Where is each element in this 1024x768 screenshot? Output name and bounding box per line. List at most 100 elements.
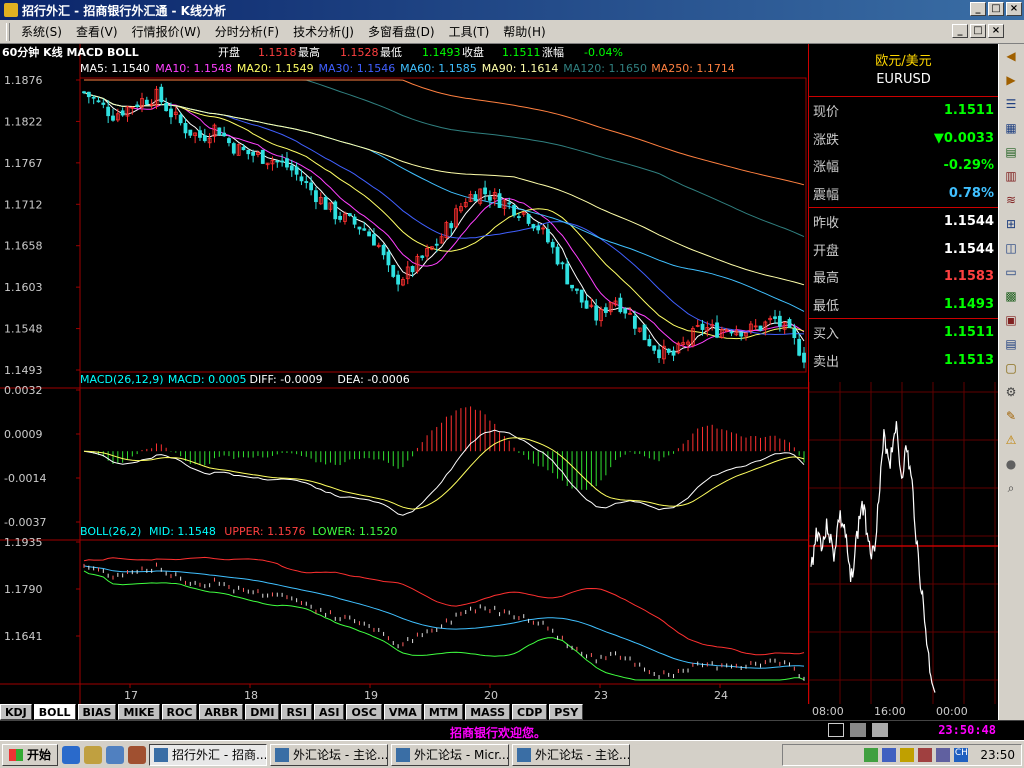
tab-mass[interactable]: MASS bbox=[465, 704, 511, 720]
mdi-restore-button[interactable]: □ bbox=[970, 24, 986, 38]
macd-histogram bbox=[88, 406, 805, 490]
tab-mtm[interactable]: MTM bbox=[423, 704, 464, 720]
input-method-icon[interactable]: CH bbox=[954, 748, 969, 762]
tab-mike[interactable]: MIKE bbox=[118, 704, 160, 720]
candle-icon[interactable]: ⊞ bbox=[1001, 214, 1021, 234]
quote-rows: 现价 1.1511 涨跌 ▼0.0033 涨幅 -0.29% 震幅 0.78% 昨收 1.1544… bbox=[809, 97, 998, 374]
tray-icon-1[interactable] bbox=[864, 748, 879, 762]
arrow-right-icon[interactable]: ▶ bbox=[1001, 70, 1021, 90]
menu-intraday[interactable]: 分时分析(F) bbox=[208, 23, 286, 40]
tiles-icon[interactable]: ▩ bbox=[1001, 286, 1021, 306]
close-button[interactable]: × bbox=[1006, 2, 1022, 16]
desktop-icon[interactable] bbox=[106, 745, 125, 764]
window-icon[interactable]: ▭ bbox=[1001, 262, 1021, 282]
table-icon[interactable]: ▤ bbox=[1001, 142, 1021, 162]
tab-osc[interactable]: OSC bbox=[346, 704, 382, 720]
task-label: 外汇论坛 - 主论... bbox=[293, 748, 389, 762]
candle-body bbox=[507, 202, 512, 205]
tray-icon-5[interactable] bbox=[936, 748, 951, 762]
tab-psy[interactable]: PSY bbox=[549, 704, 584, 720]
candle-body bbox=[739, 332, 744, 337]
tab-kdj[interactable]: KDJ bbox=[0, 704, 32, 720]
settings-icon[interactable]: ⚙ bbox=[1001, 382, 1021, 402]
maximize-button[interactable]: □ bbox=[988, 2, 1004, 16]
menu-multiwindow[interactable]: 多窗看盘(D) bbox=[361, 23, 442, 40]
menu-system[interactable]: 系统(S) bbox=[14, 23, 69, 40]
candle-body bbox=[555, 246, 560, 265]
kline-icon[interactable]: ≋ bbox=[1001, 190, 1021, 210]
taskbar-task[interactable]: 招行外汇 - 招商... bbox=[149, 743, 268, 766]
minimize-button[interactable]: _ bbox=[970, 2, 986, 16]
taskbar-task[interactable]: 外汇论坛 - 主论... bbox=[512, 743, 631, 766]
menu-view[interactable]: 查看(V) bbox=[69, 23, 125, 40]
news-icon[interactable]: ▤ bbox=[1001, 334, 1021, 354]
tab-roc[interactable]: ROC bbox=[161, 704, 198, 720]
circle-icon[interactable]: ● bbox=[1001, 454, 1021, 474]
kline-chart-svg[interactable]: 60分钟 K线 MACD BOLL 开盘 1.1518 最高 1.1528 最低… bbox=[0, 44, 808, 704]
tab-rsi[interactable]: RSI bbox=[281, 704, 312, 720]
tab-bias[interactable]: BIAS bbox=[77, 704, 117, 720]
y-tick-label: 1.1935 bbox=[4, 536, 43, 549]
lock-icon[interactable]: ▢ bbox=[1001, 358, 1021, 378]
candle-body bbox=[280, 160, 285, 163]
ma-legend-item: MA5: 1.1540 bbox=[80, 62, 150, 75]
intraday-tick-0800: 08:00 bbox=[812, 705, 844, 718]
intraday-chart-svg bbox=[808, 382, 999, 704]
kline-chart-area[interactable]: 60分钟 K线 MACD BOLL 开盘 1.1518 最高 1.1528 最低… bbox=[0, 44, 808, 704]
candle-body bbox=[217, 127, 222, 136]
y-tick-label: 1.1712 bbox=[4, 198, 43, 211]
quote-row: 最低 1.1493 bbox=[809, 291, 998, 319]
pencil-icon[interactable]: ✎ bbox=[1001, 406, 1021, 426]
tab-arbr[interactable]: ARBR bbox=[199, 704, 244, 720]
candle-body bbox=[632, 315, 637, 329]
network-icon[interactable] bbox=[850, 723, 866, 737]
search-icon[interactable]: ⌕ bbox=[1001, 478, 1021, 498]
menu-tools[interactable]: 工具(T) bbox=[442, 23, 497, 40]
x-tick-label: 17 bbox=[124, 689, 138, 702]
connection-icon[interactable] bbox=[872, 723, 888, 737]
quote-label: 昨收 bbox=[813, 216, 840, 232]
tab-vma[interactable]: VMA bbox=[383, 704, 422, 720]
window-buttons: _ □ × bbox=[970, 2, 1022, 16]
open-value: 1.1518 bbox=[258, 46, 297, 59]
ie-icon[interactable] bbox=[62, 745, 81, 764]
quote-value: 1.1513 bbox=[943, 352, 994, 368]
tray-icon-2[interactable] bbox=[882, 748, 897, 762]
mdi-minimize-button[interactable]: _ bbox=[952, 24, 968, 38]
tray-icon-4[interactable] bbox=[918, 748, 933, 762]
tab-asi[interactable]: ASI bbox=[313, 704, 345, 720]
monitor-icon[interactable] bbox=[828, 723, 844, 737]
tab-cdp[interactable]: CDP bbox=[512, 704, 548, 720]
menu-help[interactable]: 帮助(H) bbox=[496, 23, 552, 40]
list-icon[interactable]: ☰ bbox=[1001, 94, 1021, 114]
menu-technical[interactable]: 技术分析(J) bbox=[286, 23, 361, 40]
candle-body bbox=[251, 151, 256, 156]
app-quick-icon[interactable] bbox=[128, 745, 147, 764]
task-label: 外汇论坛 - Micr... bbox=[414, 748, 510, 762]
candle-body bbox=[797, 338, 802, 356]
candle-body bbox=[603, 307, 608, 313]
start-button[interactable]: 开始 bbox=[2, 743, 59, 766]
layout-icon[interactable]: ◫ bbox=[1001, 238, 1021, 258]
taskbar-task[interactable]: 外汇论坛 - 主论... bbox=[270, 743, 389, 766]
taskbar-task[interactable]: 外汇论坛 - Micr... bbox=[391, 743, 510, 766]
chart-icon[interactable]: ▥ bbox=[1001, 166, 1021, 186]
candle-body bbox=[178, 114, 183, 124]
tray-icon-3[interactable] bbox=[900, 748, 915, 762]
candle-body bbox=[729, 331, 734, 334]
mdi-close-button[interactable]: × bbox=[988, 24, 1004, 38]
outlook-icon[interactable] bbox=[84, 745, 103, 764]
boll-legend-item: BOLL(26,2) bbox=[80, 525, 141, 538]
low-value: 1.1493 bbox=[422, 46, 461, 59]
warning-icon[interactable]: ⚠ bbox=[1001, 430, 1021, 450]
tab-dmi[interactable]: DMI bbox=[245, 704, 280, 720]
quote-value: 1.1511 bbox=[943, 325, 994, 341]
grid-icon[interactable]: ▦ bbox=[1001, 118, 1021, 138]
candle-body bbox=[362, 228, 367, 231]
book-icon[interactable]: ▣ bbox=[1001, 310, 1021, 330]
menu-quotes[interactable]: 行情报价(W) bbox=[125, 23, 208, 40]
arrow-left-icon[interactable]: ◀ bbox=[1001, 46, 1021, 66]
candle-body bbox=[483, 187, 487, 195]
tab-boll[interactable]: BOLL bbox=[33, 704, 76, 720]
intraday-mini-chart[interactable] bbox=[808, 382, 999, 704]
